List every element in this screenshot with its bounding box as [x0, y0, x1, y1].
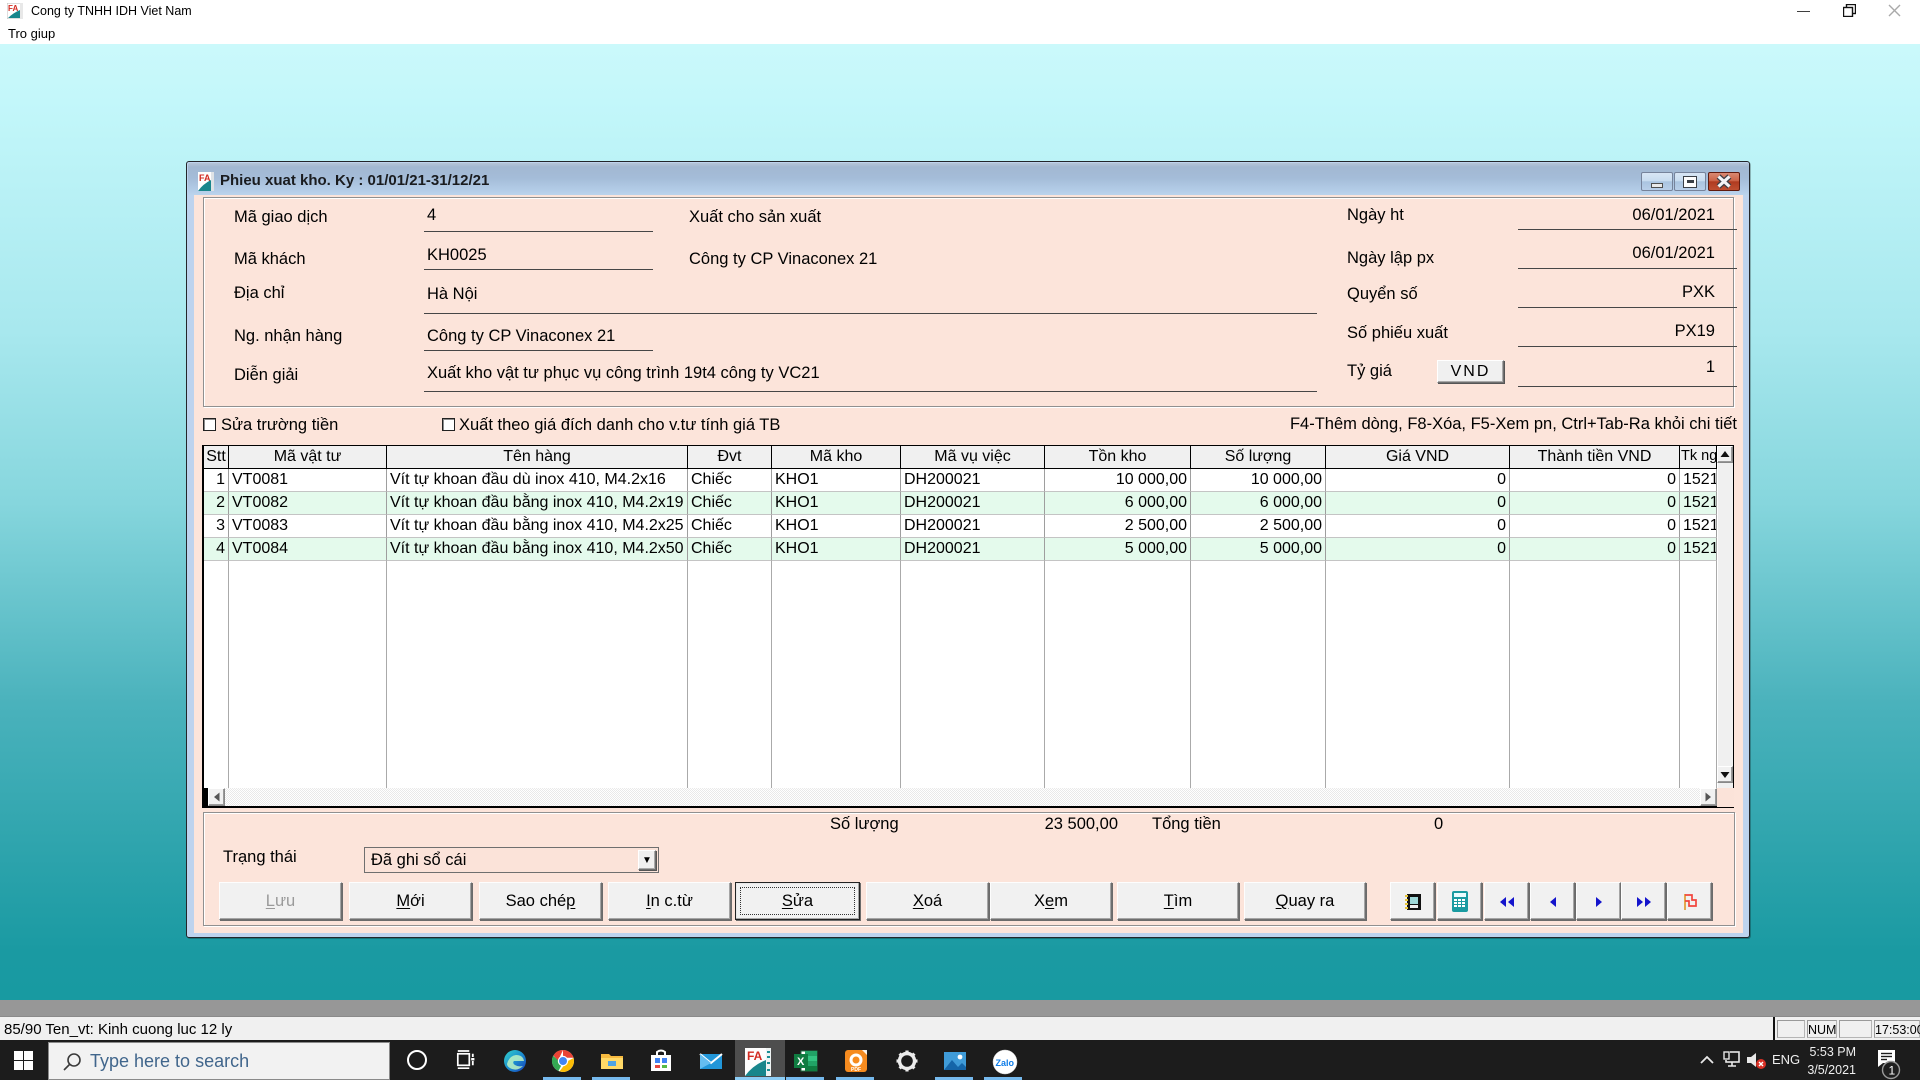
svg-text:Zalo: Zalo	[996, 1058, 1015, 1068]
svg-text:X: X	[797, 1056, 805, 1068]
svg-text:FA: FA	[747, 1049, 763, 1063]
svg-text:PDF: PDF	[851, 1067, 861, 1073]
svg-text:1: 1	[1889, 1064, 1896, 1078]
